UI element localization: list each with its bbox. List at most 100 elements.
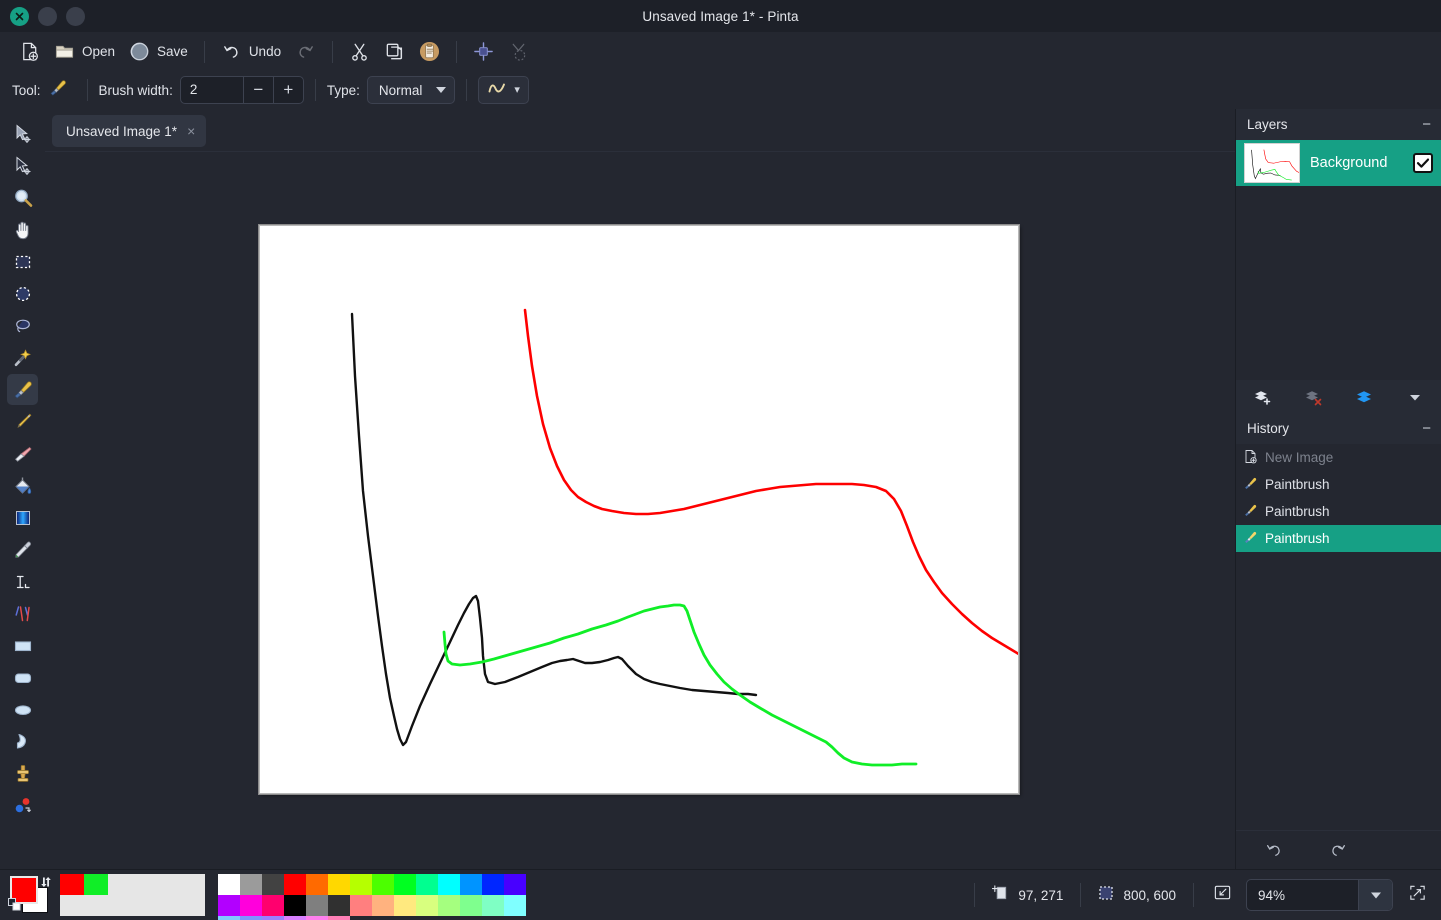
recent-color-empty[interactable] [156, 895, 180, 916]
history-item-paintbrush-2[interactable]: Paintbrush [1236, 498, 1441, 525]
recent-color-empty[interactable] [180, 895, 204, 916]
color-picker-tool[interactable] [7, 534, 38, 565]
copy-button[interactable] [377, 37, 412, 67]
recent-color-empty[interactable] [132, 874, 156, 895]
ellipse-select-tool[interactable] [7, 278, 38, 309]
minimize-icon[interactable]: − [1422, 421, 1431, 436]
recently-used-colors[interactable] [60, 874, 205, 916]
clone-stamp-tool[interactable] [7, 758, 38, 789]
rectangle-tool[interactable] [7, 630, 38, 661]
color-picker-widget[interactable] [6, 874, 52, 916]
palette-swatch[interactable] [482, 895, 504, 916]
palette-swatch[interactable] [372, 874, 394, 895]
palette-swatch[interactable] [482, 874, 504, 895]
layer-visibility-checkbox[interactable] [1413, 153, 1433, 173]
add-layer-button[interactable] [1242, 383, 1282, 410]
minimize-button[interactable] [38, 6, 57, 26]
palette-swatch[interactable] [350, 874, 372, 895]
lasso-select-tool[interactable] [7, 310, 38, 341]
brush-width-stepper[interactable]: 2 − + [179, 76, 304, 104]
rectangle-select-tool[interactable] [7, 246, 38, 277]
palette-swatch[interactable] [218, 874, 240, 895]
reset-colors-icon[interactable] [8, 898, 21, 916]
palette-swatch[interactable] [460, 895, 482, 916]
palette-swatch[interactable] [394, 874, 416, 895]
palette-swatch[interactable] [262, 874, 284, 895]
paintbrush-tool[interactable] [7, 374, 38, 405]
palette-swatch[interactable] [240, 895, 262, 916]
palette-swatch[interactable] [438, 895, 460, 916]
paint-bucket-tool[interactable] [7, 470, 38, 501]
palette-swatch[interactable] [394, 895, 416, 916]
duplicate-layer-button[interactable] [1344, 383, 1384, 410]
recolor-tool[interactable] [7, 790, 38, 821]
eraser-tool[interactable] [7, 438, 38, 469]
recent-color-swatch[interactable] [60, 874, 84, 895]
fit-to-window-button[interactable] [1208, 881, 1236, 909]
layer-item-background[interactable]: Background [1236, 140, 1441, 186]
zoom-dropdown-button[interactable] [1358, 880, 1392, 910]
redo-button[interactable] [288, 37, 323, 67]
recent-color-empty[interactable] [156, 874, 180, 895]
recent-color-empty[interactable] [180, 874, 204, 895]
color-palette[interactable] [218, 874, 526, 920]
move-selected-tool[interactable] [7, 118, 38, 149]
layers-list-body[interactable] [1236, 186, 1441, 380]
cut-button[interactable] [342, 37, 377, 67]
stroke-style-dropdown[interactable]: ▾ [478, 76, 529, 104]
pencil-tool[interactable] [7, 406, 38, 437]
palette-swatch[interactable] [328, 874, 350, 895]
palette-swatch[interactable] [240, 916, 262, 920]
document-tab[interactable]: Unsaved Image 1* × [52, 115, 207, 147]
palette-swatch[interactable] [218, 916, 240, 920]
recent-color-empty[interactable] [108, 874, 132, 895]
move-selection-tool[interactable] [7, 150, 38, 181]
image-canvas[interactable] [259, 225, 1019, 794]
palette-swatch[interactable] [328, 916, 350, 920]
palette-swatch[interactable] [504, 895, 526, 916]
crop-to-selection-button[interactable] [466, 37, 501, 67]
palette-swatch[interactable] [306, 895, 328, 916]
palette-swatch[interactable] [240, 874, 262, 895]
palette-swatch[interactable] [350, 895, 372, 916]
zoom-tool[interactable] [7, 182, 38, 213]
palette-swatch[interactable] [438, 874, 460, 895]
palette-swatch[interactable] [284, 874, 306, 895]
history-item-paintbrush-1[interactable]: Paintbrush [1236, 471, 1441, 498]
palette-swatch[interactable] [416, 874, 438, 895]
recent-color-swatch[interactable] [84, 874, 108, 895]
text-tool[interactable] [7, 566, 38, 597]
palette-swatch[interactable] [218, 895, 240, 916]
brush-width-increase[interactable]: + [272, 77, 303, 103]
ellipse-tool[interactable] [7, 694, 38, 725]
recent-color-empty[interactable] [108, 895, 132, 916]
minimize-icon[interactable]: − [1422, 117, 1431, 132]
history-item-new-image[interactable]: New Image [1236, 444, 1441, 471]
palette-swatch[interactable] [504, 874, 526, 895]
palette-swatch[interactable] [262, 916, 284, 920]
zoom-level-combobox[interactable]: 94% [1246, 879, 1393, 911]
palette-swatch[interactable] [328, 895, 350, 916]
palette-swatch[interactable] [262, 895, 284, 916]
magic-wand-tool[interactable] [7, 342, 38, 373]
close-icon[interactable]: × [187, 124, 195, 138]
history-item-paintbrush-3[interactable]: Paintbrush [1236, 525, 1441, 552]
line-curve-tool[interactable] [7, 598, 38, 629]
palette-swatch[interactable] [416, 895, 438, 916]
brush-width-decrease[interactable]: − [242, 77, 273, 103]
close-button[interactable] [10, 6, 29, 26]
palette-swatch[interactable] [284, 916, 306, 920]
swap-colors-icon[interactable] [40, 875, 52, 893]
zoom-level-value[interactable]: 94% [1247, 888, 1358, 903]
layer-menu-button[interactable] [1395, 383, 1435, 410]
palette-swatch[interactable] [284, 895, 306, 916]
rounded-rectangle-tool[interactable] [7, 662, 38, 693]
recent-color-empty[interactable] [60, 895, 84, 916]
history-list-body[interactable] [1236, 552, 1441, 852]
paste-button[interactable] [412, 37, 447, 67]
delete-layer-button[interactable] [1293, 383, 1333, 410]
save-button[interactable]: Save [122, 37, 195, 67]
pan-tool[interactable] [7, 214, 38, 245]
palette-swatch[interactable] [306, 874, 328, 895]
recent-color-empty[interactable] [132, 895, 156, 916]
